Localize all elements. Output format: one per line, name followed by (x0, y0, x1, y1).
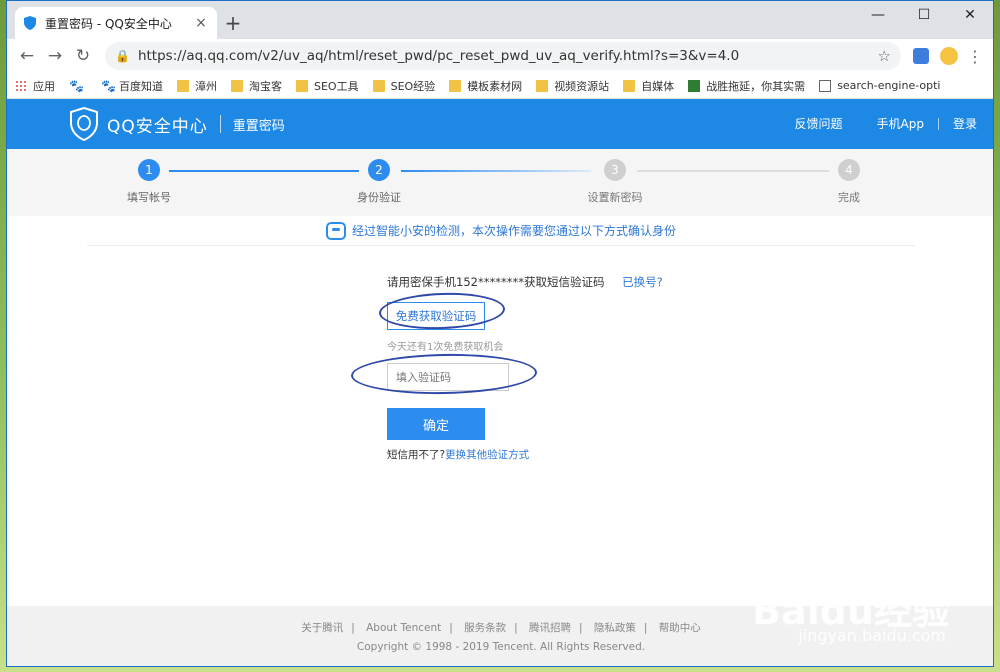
site-logo[interactable]: QQ安全中心 重置密码 (69, 107, 285, 141)
browser-menu-icon[interactable]: ⋮ (963, 47, 987, 66)
feedback-link[interactable]: 反馈问题 (795, 115, 843, 132)
verify-prompt: 请用密保手机152********获取短信验证码 (387, 275, 605, 289)
bookmark-douban[interactable]: 战胜拖延，你其实需 (688, 78, 805, 94)
url-text[interactable]: https://aq.qq.com/v2/uv_aq/html/reset_pw… (138, 48, 878, 64)
apps-icon (15, 79, 27, 92)
bookmark-templates[interactable]: 模板素材网 (449, 78, 522, 94)
tab-strip: 重置密码 - QQ安全中心 × + — ☐ ✕ (7, 1, 993, 39)
profile-avatar-icon[interactable] (935, 42, 963, 70)
alt-verify-link[interactable]: 更换其他验证方式 (445, 449, 529, 461)
step-number: 4 (838, 159, 860, 181)
paw-icon: 🐾 (101, 78, 116, 93)
step-label: 身份验证 (357, 191, 401, 204)
qq-shield-icon (70, 107, 98, 141)
folder-icon (296, 79, 308, 92)
step-fill-account: 1 填写帐号 (89, 159, 209, 205)
footer-link[interactable]: 关于腾讯 (301, 622, 343, 634)
confirm-button[interactable]: 确定 (387, 408, 485, 440)
security-notice: 经过智能小安的检测，本次操作需要您通过以下方式确认身份 (87, 216, 915, 246)
step-number: 3 (604, 159, 626, 181)
reload-button[interactable]: ↻ (69, 42, 97, 70)
tab-title: 重置密码 - QQ安全中心 (45, 16, 172, 31)
alt-prefix: 短信用不了? (387, 449, 446, 461)
baidu-watermark-url: jingyan.baidu.com (798, 626, 946, 645)
bookmark-baidu[interactable]: 🐾 (69, 80, 87, 92)
page-section-title: 重置密码 (232, 118, 285, 134)
alt-verify-row: 短信用不了?更换其他验证方式 (387, 447, 707, 462)
minimize-button[interactable]: — (855, 1, 901, 29)
brand-name: QQ安全中心 (107, 116, 208, 137)
extension-icon[interactable] (907, 42, 935, 70)
footer-link[interactable]: 帮助中心 (659, 622, 701, 634)
shield-favicon-icon (23, 16, 37, 30)
step-number: 1 (138, 159, 160, 181)
bookmark-seo-tools[interactable]: SEO工具 (296, 78, 359, 94)
bookmark-taobaoke[interactable]: 淘宝客 (231, 78, 282, 94)
step-complete: 4 完成 (789, 159, 909, 205)
footer-link[interactable]: About Tencent (366, 622, 441, 634)
browser-window: 重置密码 - QQ安全中心 × + — ☐ ✕ ← → ↻ 🔒 https://… (6, 0, 994, 667)
window-controls: — ☐ ✕ (855, 1, 993, 29)
lock-icon: 🔒 (115, 49, 130, 63)
nav-separator (937, 117, 939, 130)
step-label: 完成 (838, 191, 860, 204)
bookmark-seo-exp[interactable]: SEO经验 (372, 78, 435, 94)
tab-close-icon[interactable]: × (193, 15, 209, 31)
bookmark-videos[interactable]: 视频资源站 (536, 78, 609, 94)
browser-toolbar: ← → ↻ 🔒 https://aq.qq.com/v2/uv_aq/html/… (7, 39, 993, 73)
notice-text: 经过智能小安的检测，本次操作需要您通过以下方式确认身份 (351, 224, 676, 238)
remaining-attempts: 今天还有1次免费获取机会 (387, 342, 504, 353)
bookmark-baidu-zhidao[interactable]: 🐾 百度知道 (101, 78, 163, 94)
folder-icon (231, 79, 243, 92)
close-window-button[interactable]: ✕ (947, 1, 993, 29)
folder-icon (449, 79, 462, 92)
step-new-password: 3 设置新密码 (555, 159, 675, 205)
bookmarks-bar: 应用 🐾 🐾 百度知道 漳州 淘宝客 SEO工具 SEO经验 模板素材网 视频资源… (7, 73, 993, 99)
bookmark-apps[interactable]: 应用 (15, 78, 55, 94)
bookmark-zhangzhou[interactable]: 漳州 (177, 78, 217, 94)
step-label: 设置新密码 (587, 191, 643, 204)
new-tab-button[interactable]: + (221, 11, 245, 35)
douban-icon (688, 79, 701, 92)
site-header: QQ安全中心 重置密码 反馈问题 手机App 登录 (7, 99, 993, 149)
paw-icon: 🐾 (69, 78, 84, 93)
step-label: 填写帐号 (127, 191, 171, 204)
footer-link[interactable]: 隐私政策 (594, 622, 636, 634)
forward-button[interactable]: → (41, 42, 69, 70)
folder-icon (536, 79, 549, 92)
header-nav: 反馈问题 手机App 登录 (761, 115, 977, 132)
login-link[interactable]: 登录 (953, 115, 977, 132)
footer-link[interactable]: 腾讯招聘 (529, 622, 571, 634)
mobile-app-link[interactable]: 手机App (877, 115, 924, 132)
bookmark-star-icon[interactable]: ☆ (878, 47, 891, 65)
bookmark-seo-doc[interactable]: search-engine-opti (819, 79, 940, 92)
footer-link[interactable]: 服务条款 (464, 622, 506, 634)
address-bar[interactable]: 🔒 https://aq.qq.com/v2/uv_aq/html/reset_… (105, 42, 901, 70)
maximize-button[interactable]: ☐ (901, 1, 947, 29)
verify-prompt-row: 请用密保手机152********获取短信验证码 已换号? (387, 274, 707, 290)
step-identity-verify: 2 身份验证 (319, 159, 439, 205)
folder-icon (177, 79, 189, 92)
bookmark-media[interactable]: 自媒体 (623, 78, 674, 94)
robot-icon (325, 221, 346, 240)
browser-tab[interactable]: 重置密码 - QQ安全中心 × (15, 7, 217, 39)
back-button[interactable]: ← (13, 42, 41, 70)
step-number: 2 (368, 159, 390, 181)
doc-icon (819, 79, 832, 92)
progress-steps: 1 填写帐号 2 身份验证 3 设置新密码 4 完成 (7, 149, 993, 216)
header-divider (219, 115, 221, 133)
change-number-link[interactable]: 已换号? (622, 275, 663, 289)
folder-icon (372, 79, 385, 92)
folder-icon (623, 79, 636, 92)
